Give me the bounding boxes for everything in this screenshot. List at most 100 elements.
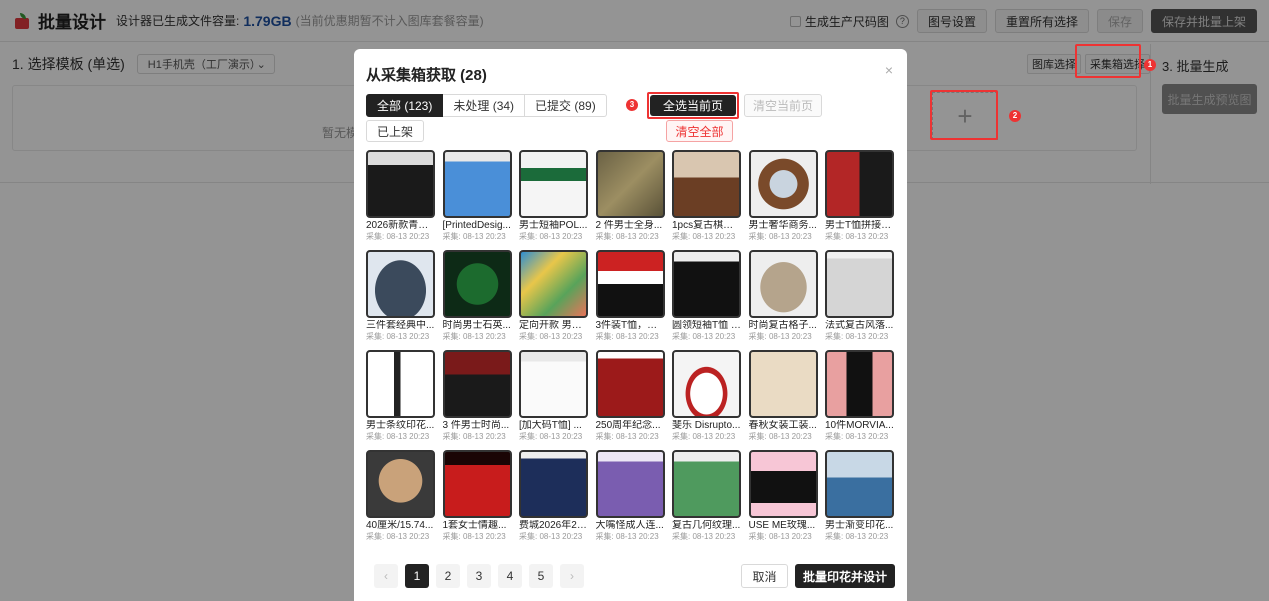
product-card[interactable]: 男士渐变印花... 采集: 08-13 20:23	[825, 450, 894, 541]
product-card[interactable]: 250周年纪念... 采集: 08-13 20:23	[595, 350, 665, 441]
product-card[interactable]: [PrintedDesig... 采集: 08-13 20:23	[442, 150, 512, 241]
prev-page-icon[interactable]: ‹	[374, 564, 398, 588]
product-card[interactable]: 大嘴怪成人连... 采集: 08-13 20:23	[595, 450, 665, 541]
product-name: 男士渐变印花...	[825, 520, 894, 531]
clear-all-button[interactable]: 清空全部	[666, 120, 733, 142]
product-collect-time: 采集: 08-13 20:23	[519, 432, 583, 441]
product-collect-time: 采集: 08-13 20:23	[748, 532, 812, 541]
product-thumbnail[interactable]	[672, 450, 741, 518]
product-collect-time: 采集: 08-13 20:23	[366, 532, 430, 541]
cancel-button[interactable]: 取消	[741, 564, 788, 588]
clear-current-page-button[interactable]: 清空当前页	[744, 94, 822, 117]
product-collect-time: 采集: 08-13 20:23	[366, 432, 430, 441]
product-card[interactable]: 1套女士情趣... 采集: 08-13 20:23	[442, 450, 512, 541]
product-collect-time: 采集: 08-13 20:23	[825, 232, 889, 241]
product-thumbnail[interactable]	[519, 450, 588, 518]
product-collect-time: 采集: 08-13 20:23	[595, 532, 659, 541]
tab-listed[interactable]: 已上架	[366, 120, 425, 142]
product-card[interactable]: [加大码T恤] ... 采集: 08-13 20:23	[519, 350, 588, 441]
product-thumbnail[interactable]	[366, 450, 435, 518]
product-thumbnail[interactable]	[672, 250, 741, 318]
tab-unprocessed[interactable]: 未处理 (34)	[443, 94, 526, 117]
page-4[interactable]: 4	[498, 564, 522, 588]
product-card[interactable]: 2 件男士全身... 采集: 08-13 20:23	[595, 150, 665, 241]
product-thumbnail[interactable]	[748, 250, 818, 318]
select-current-page-button[interactable]: 全选当前页	[650, 95, 736, 116]
batch-print-design-button[interactable]: 批量印花并设计	[795, 564, 895, 588]
product-name: 三件套经典中...	[366, 320, 435, 331]
product-name: 2026新款青少...	[366, 220, 435, 231]
tab-submitted[interactable]: 已提交 (89)	[525, 94, 607, 117]
product-thumbnail[interactable]	[748, 450, 818, 518]
close-icon[interactable]: ×	[885, 62, 893, 78]
product-thumbnail[interactable]	[825, 250, 894, 318]
product-card[interactable]: 3 件男士时尚... 采集: 08-13 20:23	[442, 350, 512, 441]
next-page-icon[interactable]: ›	[560, 564, 584, 588]
product-card[interactable]: 2026新款青少... 采集: 08-13 20:23	[366, 150, 435, 241]
product-card[interactable]: 三件套经典中... 采集: 08-13 20:23	[366, 250, 435, 341]
page-2[interactable]: 2	[436, 564, 460, 588]
product-card[interactable]: 时尚复古格子... 采集: 08-13 20:23	[748, 250, 818, 341]
product-collect-time: 采集: 08-13 20:23	[748, 332, 812, 341]
product-thumbnail[interactable]	[442, 450, 512, 518]
product-collect-time: 采集: 08-13 20:23	[672, 432, 736, 441]
product-thumbnail[interactable]	[825, 350, 894, 418]
product-name: 男士T恤拼接双...	[825, 220, 894, 231]
product-thumbnail[interactable]	[748, 150, 818, 218]
product-collect-time: 采集: 08-13 20:23	[672, 232, 736, 241]
product-card[interactable]: 男士条纹印花... 采集: 08-13 20:23	[366, 350, 435, 441]
product-card[interactable]: 男士短袖POL... 采集: 08-13 20:23	[519, 150, 588, 241]
product-name: 时尚复古格子...	[748, 320, 817, 331]
product-card[interactable]: 法式复古风落... 采集: 08-13 20:23	[825, 250, 894, 341]
product-name: 3件装T恤，鲜...	[595, 320, 665, 331]
product-collect-time: 采集: 08-13 20:23	[442, 332, 506, 341]
product-card[interactable]: 10件MORVIA... 采集: 08-13 20:23	[825, 350, 894, 441]
product-card[interactable]: 圆领短袖T恤 "... 采集: 08-13 20:23	[672, 250, 741, 341]
product-card[interactable]: 3件装T恤，鲜... 采集: 08-13 20:23	[595, 250, 665, 341]
page-1[interactable]: 1	[405, 564, 429, 588]
product-thumbnail[interactable]	[748, 350, 818, 418]
product-name: 法式复古风落...	[825, 320, 894, 331]
product-thumbnail[interactable]	[366, 350, 435, 418]
page-5[interactable]: 5	[529, 564, 553, 588]
product-card[interactable]: 40厘米/15.74... 采集: 08-13 20:23	[366, 450, 435, 541]
modal-title: 从采集箱获取 (28)	[366, 67, 487, 84]
product-card[interactable]: 春秋女装工装... 采集: 08-13 20:23	[748, 350, 818, 441]
product-card[interactable]: 斐乐 Disrupto... 采集: 08-13 20:23	[672, 350, 741, 441]
product-card[interactable]: 男士奢华商务... 采集: 08-13 20:23	[748, 150, 818, 241]
product-thumbnail[interactable]	[825, 450, 894, 518]
product-card[interactable]: 定向开款 男式... 采集: 08-13 20:23	[519, 250, 588, 341]
product-name: 大嘴怪成人连...	[595, 520, 664, 531]
product-thumbnail[interactable]	[672, 350, 741, 418]
product-thumbnail[interactable]	[595, 250, 665, 318]
marker-2: 2	[1009, 110, 1021, 122]
product-thumbnail[interactable]	[366, 150, 435, 218]
product-thumbnail[interactable]	[442, 250, 512, 318]
product-card[interactable]: 男士T恤拼接双... 采集: 08-13 20:23	[825, 150, 894, 241]
product-card[interactable]: 1pcs复古棋盘... 采集: 08-13 20:23	[672, 150, 741, 241]
product-thumbnail[interactable]	[442, 350, 512, 418]
product-collect-time: 采集: 08-13 20:23	[366, 232, 430, 241]
product-collect-time: 采集: 08-13 20:23	[825, 532, 889, 541]
product-card[interactable]: 时尚男士石英... 采集: 08-13 20:23	[442, 250, 512, 341]
page-3[interactable]: 3	[467, 564, 491, 588]
product-thumbnail[interactable]	[442, 150, 512, 218]
tab-all[interactable]: 全部 (123)	[366, 94, 444, 117]
product-thumbnail[interactable]	[825, 150, 894, 218]
product-thumbnail[interactable]	[595, 350, 665, 418]
product-thumbnail[interactable]	[595, 450, 665, 518]
product-collect-time: 采集: 08-13 20:23	[825, 332, 889, 341]
product-name: 2 件男士全身...	[595, 220, 663, 231]
product-collect-time: 采集: 08-13 20:23	[519, 232, 583, 241]
product-card[interactable]: USE ME玫瑰... 采集: 08-13 20:23	[748, 450, 818, 541]
product-name: 复古几何纹理...	[672, 520, 741, 531]
product-thumbnail[interactable]	[595, 150, 665, 218]
product-thumbnail[interactable]	[519, 350, 588, 418]
product-name: USE ME玫瑰...	[748, 520, 816, 531]
product-thumbnail[interactable]	[672, 150, 741, 218]
product-thumbnail[interactable]	[366, 250, 435, 318]
product-thumbnail[interactable]	[519, 150, 588, 218]
product-card[interactable]: 复古几何纹理... 采集: 08-13 20:23	[672, 450, 741, 541]
product-thumbnail[interactable]	[519, 250, 588, 318]
product-card[interactable]: 费城2026年23... 采集: 08-13 20:23	[519, 450, 588, 541]
